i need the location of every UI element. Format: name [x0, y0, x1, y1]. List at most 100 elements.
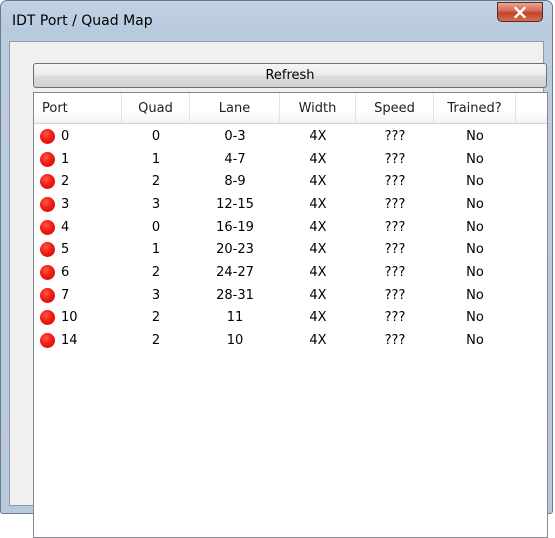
- trained-cell: No: [466, 265, 484, 281]
- column-header-width[interactable]: Width: [280, 93, 356, 123]
- port-value: 3: [61, 196, 70, 212]
- column-header-speed[interactable]: Speed: [356, 93, 434, 123]
- port-value: 5: [61, 242, 70, 258]
- column-header-quad[interactable]: Quad: [122, 93, 190, 123]
- quad-cell: 0: [151, 219, 161, 235]
- width-cell: 4X: [309, 151, 327, 167]
- port-cell: 5: [34, 239, 122, 262]
- speed-cell: ???: [384, 174, 406, 190]
- port-value: 14: [61, 333, 78, 349]
- column-header-trained[interactable]: Trained?: [434, 93, 516, 123]
- port-cell: 4: [34, 216, 122, 239]
- window-title: IDT Port / Quad Map: [12, 13, 153, 29]
- lane-cell: 8-9: [224, 174, 246, 190]
- lane-cell: 0-3: [224, 128, 246, 144]
- refresh-button[interactable]: Refresh: [33, 63, 547, 88]
- table-row[interactable]: 10 2 11 4X??? No: [34, 307, 547, 330]
- trained-cell: No: [466, 242, 484, 258]
- trained-cell: No: [466, 151, 484, 167]
- width-cell: 4X: [309, 310, 327, 326]
- port-value: 7: [61, 287, 70, 303]
- port-value: 1: [61, 151, 70, 167]
- speed-cell: ???: [384, 151, 406, 167]
- table-row[interactable]: 0 0 0-3 4X??? No: [34, 125, 547, 148]
- quad-cell: 3: [151, 196, 161, 212]
- lane-cell: 4-7: [224, 151, 246, 167]
- status-dot-icon: [40, 219, 55, 235]
- lane-cell: 16-19: [216, 219, 254, 235]
- trained-cell: No: [466, 219, 484, 235]
- speed-cell: ???: [384, 242, 406, 258]
- lane-cell: 12-15: [216, 196, 254, 212]
- lane-cell: 11: [226, 310, 244, 326]
- lane-cell: 28-31: [216, 287, 254, 303]
- width-cell: 4X: [309, 174, 327, 190]
- port-cell: 2: [34, 170, 122, 193]
- table-row[interactable]: 6 2 24-27 4X??? No: [34, 261, 547, 284]
- status-dot-icon: [40, 128, 55, 144]
- quad-cell: 0: [151, 128, 161, 144]
- status-dot-icon: [40, 265, 55, 281]
- width-cell: 4X: [309, 265, 327, 281]
- port-cell: 3: [34, 193, 122, 216]
- speed-cell: ???: [384, 128, 406, 144]
- port-value: 10: [61, 310, 78, 326]
- dialog-window: IDT Port / Quad Map Refresh Port Quad La…: [0, 0, 553, 538]
- port-value: 0: [61, 128, 70, 144]
- close-button[interactable]: [497, 2, 543, 22]
- trained-cell: No: [466, 196, 484, 212]
- quad-cell: 3: [151, 287, 161, 303]
- table-row[interactable]: 2 2 8-9 4X??? No: [34, 170, 547, 193]
- status-dot-icon: [40, 287, 55, 303]
- table-row[interactable]: 5 1 20-23 4X??? No: [34, 239, 547, 262]
- width-cell: 4X: [309, 333, 327, 349]
- speed-cell: ???: [384, 287, 406, 303]
- close-icon: [514, 6, 526, 18]
- port-cell: 10: [34, 307, 122, 330]
- status-dot-icon: [40, 174, 55, 190]
- speed-cell: ???: [384, 265, 406, 281]
- status-dot-icon: [40, 333, 55, 349]
- speed-cell: ???: [384, 333, 406, 349]
- trained-cell: No: [466, 128, 484, 144]
- column-header-lane[interactable]: Lane: [190, 93, 280, 123]
- quad-cell: 1: [151, 151, 161, 167]
- lane-cell: 10: [226, 333, 244, 349]
- speed-cell: ???: [384, 310, 406, 326]
- status-dot-icon: [40, 151, 55, 167]
- width-cell: 4X: [309, 287, 327, 303]
- width-cell: 4X: [309, 128, 327, 144]
- port-cell: 14: [34, 329, 122, 352]
- quad-cell: 2: [151, 333, 161, 349]
- table-row[interactable]: 1 1 4-7 4X??? No: [34, 148, 547, 171]
- table-row[interactable]: 7 3 28-31 4X??? No: [34, 284, 547, 307]
- port-value: 6: [61, 265, 70, 281]
- column-header-port[interactable]: Port: [34, 93, 122, 123]
- port-value: 2: [61, 174, 70, 190]
- port-cell: 6: [34, 261, 122, 284]
- trained-cell: No: [466, 333, 484, 349]
- width-cell: 4X: [309, 196, 327, 212]
- table-row[interactable]: 14 2 10 4X??? No: [34, 329, 547, 352]
- width-cell: 4X: [309, 242, 327, 258]
- port-cell: 0: [34, 125, 122, 148]
- table-header: Port Quad Lane Width Speed Trained?: [34, 93, 547, 124]
- trained-cell: No: [466, 287, 484, 303]
- quad-cell: 2: [151, 265, 161, 281]
- port-cell: 7: [34, 284, 122, 307]
- port-value: 4: [61, 219, 70, 235]
- table-row[interactable]: 3 3 12-15 4X??? No: [34, 193, 547, 216]
- width-cell: 4X: [309, 219, 327, 235]
- title-bar[interactable]: IDT Port / Quad Map: [1, 1, 552, 41]
- lane-cell: 24-27: [216, 265, 254, 281]
- status-dot-icon: [40, 196, 55, 212]
- port-quad-table[interactable]: Port Quad Lane Width Speed Trained? 0 0 0-…: [33, 92, 548, 538]
- speed-cell: ???: [384, 219, 406, 235]
- status-dot-icon: [40, 310, 55, 326]
- quad-cell: 2: [151, 310, 161, 326]
- quad-cell: 1: [151, 242, 161, 258]
- table-row[interactable]: 4 0 16-19 4X??? No: [34, 216, 547, 239]
- trained-cell: No: [466, 174, 484, 190]
- lane-cell: 20-23: [216, 242, 254, 258]
- dialog-content: Refresh Port Quad Lane Width Speed Train…: [9, 41, 548, 538]
